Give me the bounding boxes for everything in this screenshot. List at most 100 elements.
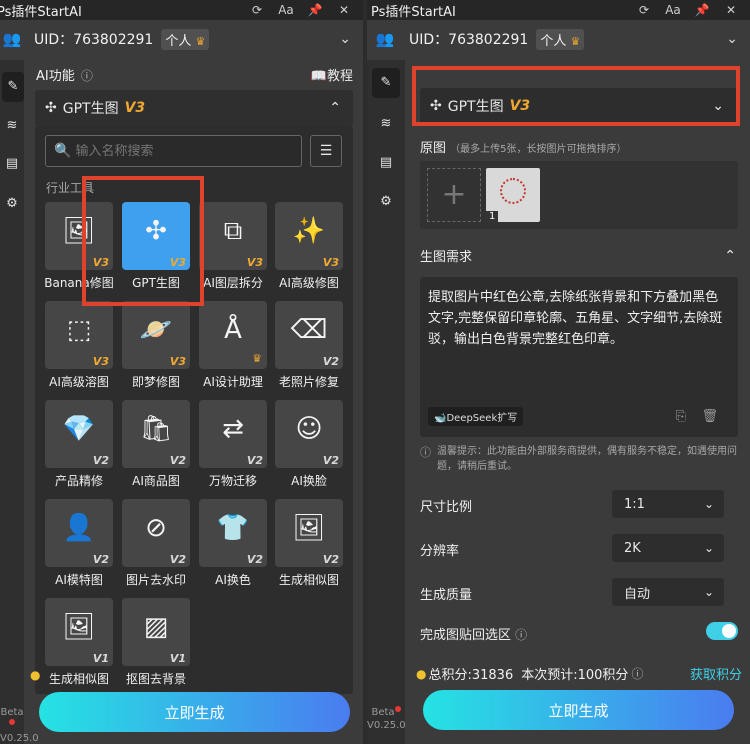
- document-icon[interactable]: ▤: [0, 156, 24, 171]
- trash-icon[interactable]: 🗑: [701, 409, 718, 424]
- feature-tile[interactable]: ⬚ V3: [45, 301, 113, 369]
- chevron-up-icon[interactable]: ⌃: [329, 100, 341, 116]
- chevron-down-icon: ⌄: [703, 541, 714, 555]
- uid-label: UID：763802291: [34, 32, 154, 48]
- chevron-down-icon[interactable]: ⌄: [339, 31, 351, 47]
- refresh-icon[interactable]: ⟳: [634, 3, 654, 17]
- history-icon[interactable]: ⎘: [676, 409, 686, 424]
- layers-icon[interactable]: ≋: [0, 118, 24, 133]
- version-badge: V2: [322, 454, 339, 467]
- info-icon[interactable]: ⓘ: [631, 665, 643, 682]
- thumb-index: 1: [486, 211, 499, 222]
- similar-image-icon: 🖼: [62, 612, 96, 642]
- pin-icon[interactable]: 📌: [692, 3, 712, 17]
- similar-image-icon: 🖼: [292, 513, 326, 543]
- close-icon[interactable]: ✕: [334, 3, 354, 17]
- version-badge: V3: [246, 256, 263, 269]
- side-toolbar: ✎ ≋ ▤ ⚙ Beta V0.25.0: [0, 60, 39, 744]
- version-badge: V2: [322, 355, 339, 368]
- beta-version: Beta V0.25.0: [367, 706, 406, 731]
- list-view-button[interactable]: ☰: [310, 135, 342, 167]
- ratio-select[interactable]: 1:1 ⌄: [612, 490, 724, 518]
- points-row: ● 总积分:31836 本次预计:100积分 ⓘ: [416, 665, 644, 684]
- feature-name: 生成相似图: [278, 573, 339, 587]
- paste-back-label: 完成图贴回选区 ⓘ: [420, 628, 528, 643]
- version-badge: V2: [169, 454, 186, 467]
- feature-tile[interactable]: ⊘ V2: [122, 499, 190, 567]
- crown-icon: ♛: [252, 352, 262, 365]
- notice: ⓘ 温馨提示：此功能由外部服务商提供，偶有服务不稳定，如遇使用问题，请稍后重试。: [420, 446, 737, 472]
- account-badge[interactable]: 个人 ♛: [536, 28, 585, 50]
- paste-back-toggle[interactable]: [706, 622, 738, 640]
- close-icon[interactable]: ✕: [721, 3, 741, 17]
- feature-tile[interactable]: ▨ V1: [122, 598, 190, 666]
- deepseek-expand-button[interactable]: 🐋DeepSeek扩写: [428, 407, 524, 426]
- feature-tile[interactable]: 🪐 V3: [122, 301, 190, 369]
- get-points-link[interactable]: 获取积分: [690, 664, 742, 683]
- info-icon[interactable]: ⓘ: [515, 628, 527, 642]
- account-badge[interactable]: 个人 ♛: [161, 28, 210, 50]
- pen-tool-icon[interactable]: ✎: [2, 72, 24, 102]
- settings-icon[interactable]: ⚙: [0, 196, 24, 211]
- feature-name: 万物迁移: [208, 474, 257, 488]
- pen-tool-icon[interactable]: ✎: [372, 68, 400, 98]
- feature-tile[interactable]: 💎 V2: [45, 400, 113, 468]
- generate-button[interactable]: 立即生成: [39, 692, 350, 732]
- user-icon: 👥: [2, 30, 22, 48]
- tutorial-link[interactable]: 📖教程: [311, 65, 353, 84]
- beta-dot: [9, 719, 15, 725]
- quality-select[interactable]: 自动 ⌄: [612, 578, 724, 606]
- font-size-icon[interactable]: Aa: [663, 3, 683, 17]
- feature-tile[interactable]: 🖼 V2: [275, 499, 343, 567]
- book-icon: 📖: [310, 69, 327, 84]
- feature-tile[interactable]: 🛍 V2: [122, 400, 190, 468]
- highlight-feature-selector: [412, 66, 740, 126]
- feature-name: 抠图去背景: [125, 672, 186, 686]
- info-icon[interactable]: ⓘ: [81, 69, 93, 83]
- search-box[interactable]: 🔍: [45, 135, 302, 167]
- feature-tile[interactable]: Å ♛: [199, 301, 267, 369]
- document-icon[interactable]: ▤: [367, 155, 405, 170]
- left-plugin-panel: Ps插件StartAI ⟳ Aa 📌 ✕ 👥 UID：763802291 个人 …: [0, 0, 363, 744]
- search-input[interactable]: [75, 143, 301, 159]
- generate-button[interactable]: 立即生成: [423, 690, 734, 730]
- font-size-icon[interactable]: Aa: [276, 3, 296, 17]
- quality-label: 生成质量: [420, 588, 473, 603]
- feature-tile[interactable]: ☺ V2: [275, 400, 343, 468]
- transfer-icon: ⇄: [222, 414, 244, 444]
- feature-tile[interactable]: 🖼 V1: [45, 598, 113, 666]
- feature-name: 生成相似图: [48, 672, 109, 686]
- resolution-select[interactable]: 2K ⌄: [612, 534, 724, 562]
- upload-area: + 1: [420, 161, 738, 229]
- points-row-partial: ●: [30, 668, 41, 682]
- deepseek-icon: 🐋: [434, 413, 447, 424]
- feature-selector[interactable]: ✣ GPT生图 V3 ⌃: [35, 90, 353, 126]
- chevron-down-icon: ⌄: [703, 497, 714, 511]
- feature-tile[interactable]: 👕 V2: [199, 499, 267, 567]
- crown-icon: ♛: [570, 34, 581, 48]
- uid-bar: 👥 UID：763802291 个人 ♛ ⌄: [0, 24, 363, 54]
- feature-tile[interactable]: ⌫ V2: [275, 301, 343, 369]
- shopping-bag-icon: 🛍: [139, 414, 173, 444]
- planet-brush-icon: 🪐: [139, 315, 173, 345]
- version-badge: V1: [169, 652, 186, 665]
- feature-name: 产品精修: [54, 474, 103, 488]
- chevron-down-icon[interactable]: ⌄: [726, 31, 738, 47]
- feature-tile[interactable]: ⇄ V2: [199, 400, 267, 468]
- pin-icon[interactable]: 📌: [305, 3, 325, 17]
- feature-name: AI换色: [215, 573, 251, 587]
- prompt-box[interactable]: 提取图片中红色公章,去除纸张背景和下方叠加黑色文字,完整保留印章轮廓、五角星、文…: [420, 277, 738, 437]
- feature-tile[interactable]: ⧉ V3: [199, 202, 267, 270]
- side-toolbar: ✎ ≋ ▤ ⚙ Beta V0.25.0: [367, 60, 406, 744]
- refresh-icon[interactable]: ⟳: [247, 3, 267, 17]
- info-icon: ⓘ: [420, 446, 431, 459]
- prompt-text[interactable]: 提取图片中红色公章,去除纸张背景和下方叠加黑色文字,完整保留印章轮廓、五角星、文…: [428, 287, 728, 350]
- feature-tile[interactable]: ✨ V3: [275, 202, 343, 270]
- chevron-up-icon[interactable]: ⌃: [724, 248, 736, 264]
- image-thumbnail[interactable]: 1: [486, 168, 540, 222]
- feature-tile[interactable]: 👤 V2: [45, 499, 113, 567]
- prompt-header[interactable]: 生图需求 ⌃: [420, 246, 738, 266]
- settings-icon[interactable]: ⚙: [367, 194, 405, 209]
- layers-icon[interactable]: ≋: [367, 116, 405, 131]
- add-image-button[interactable]: +: [427, 168, 481, 222]
